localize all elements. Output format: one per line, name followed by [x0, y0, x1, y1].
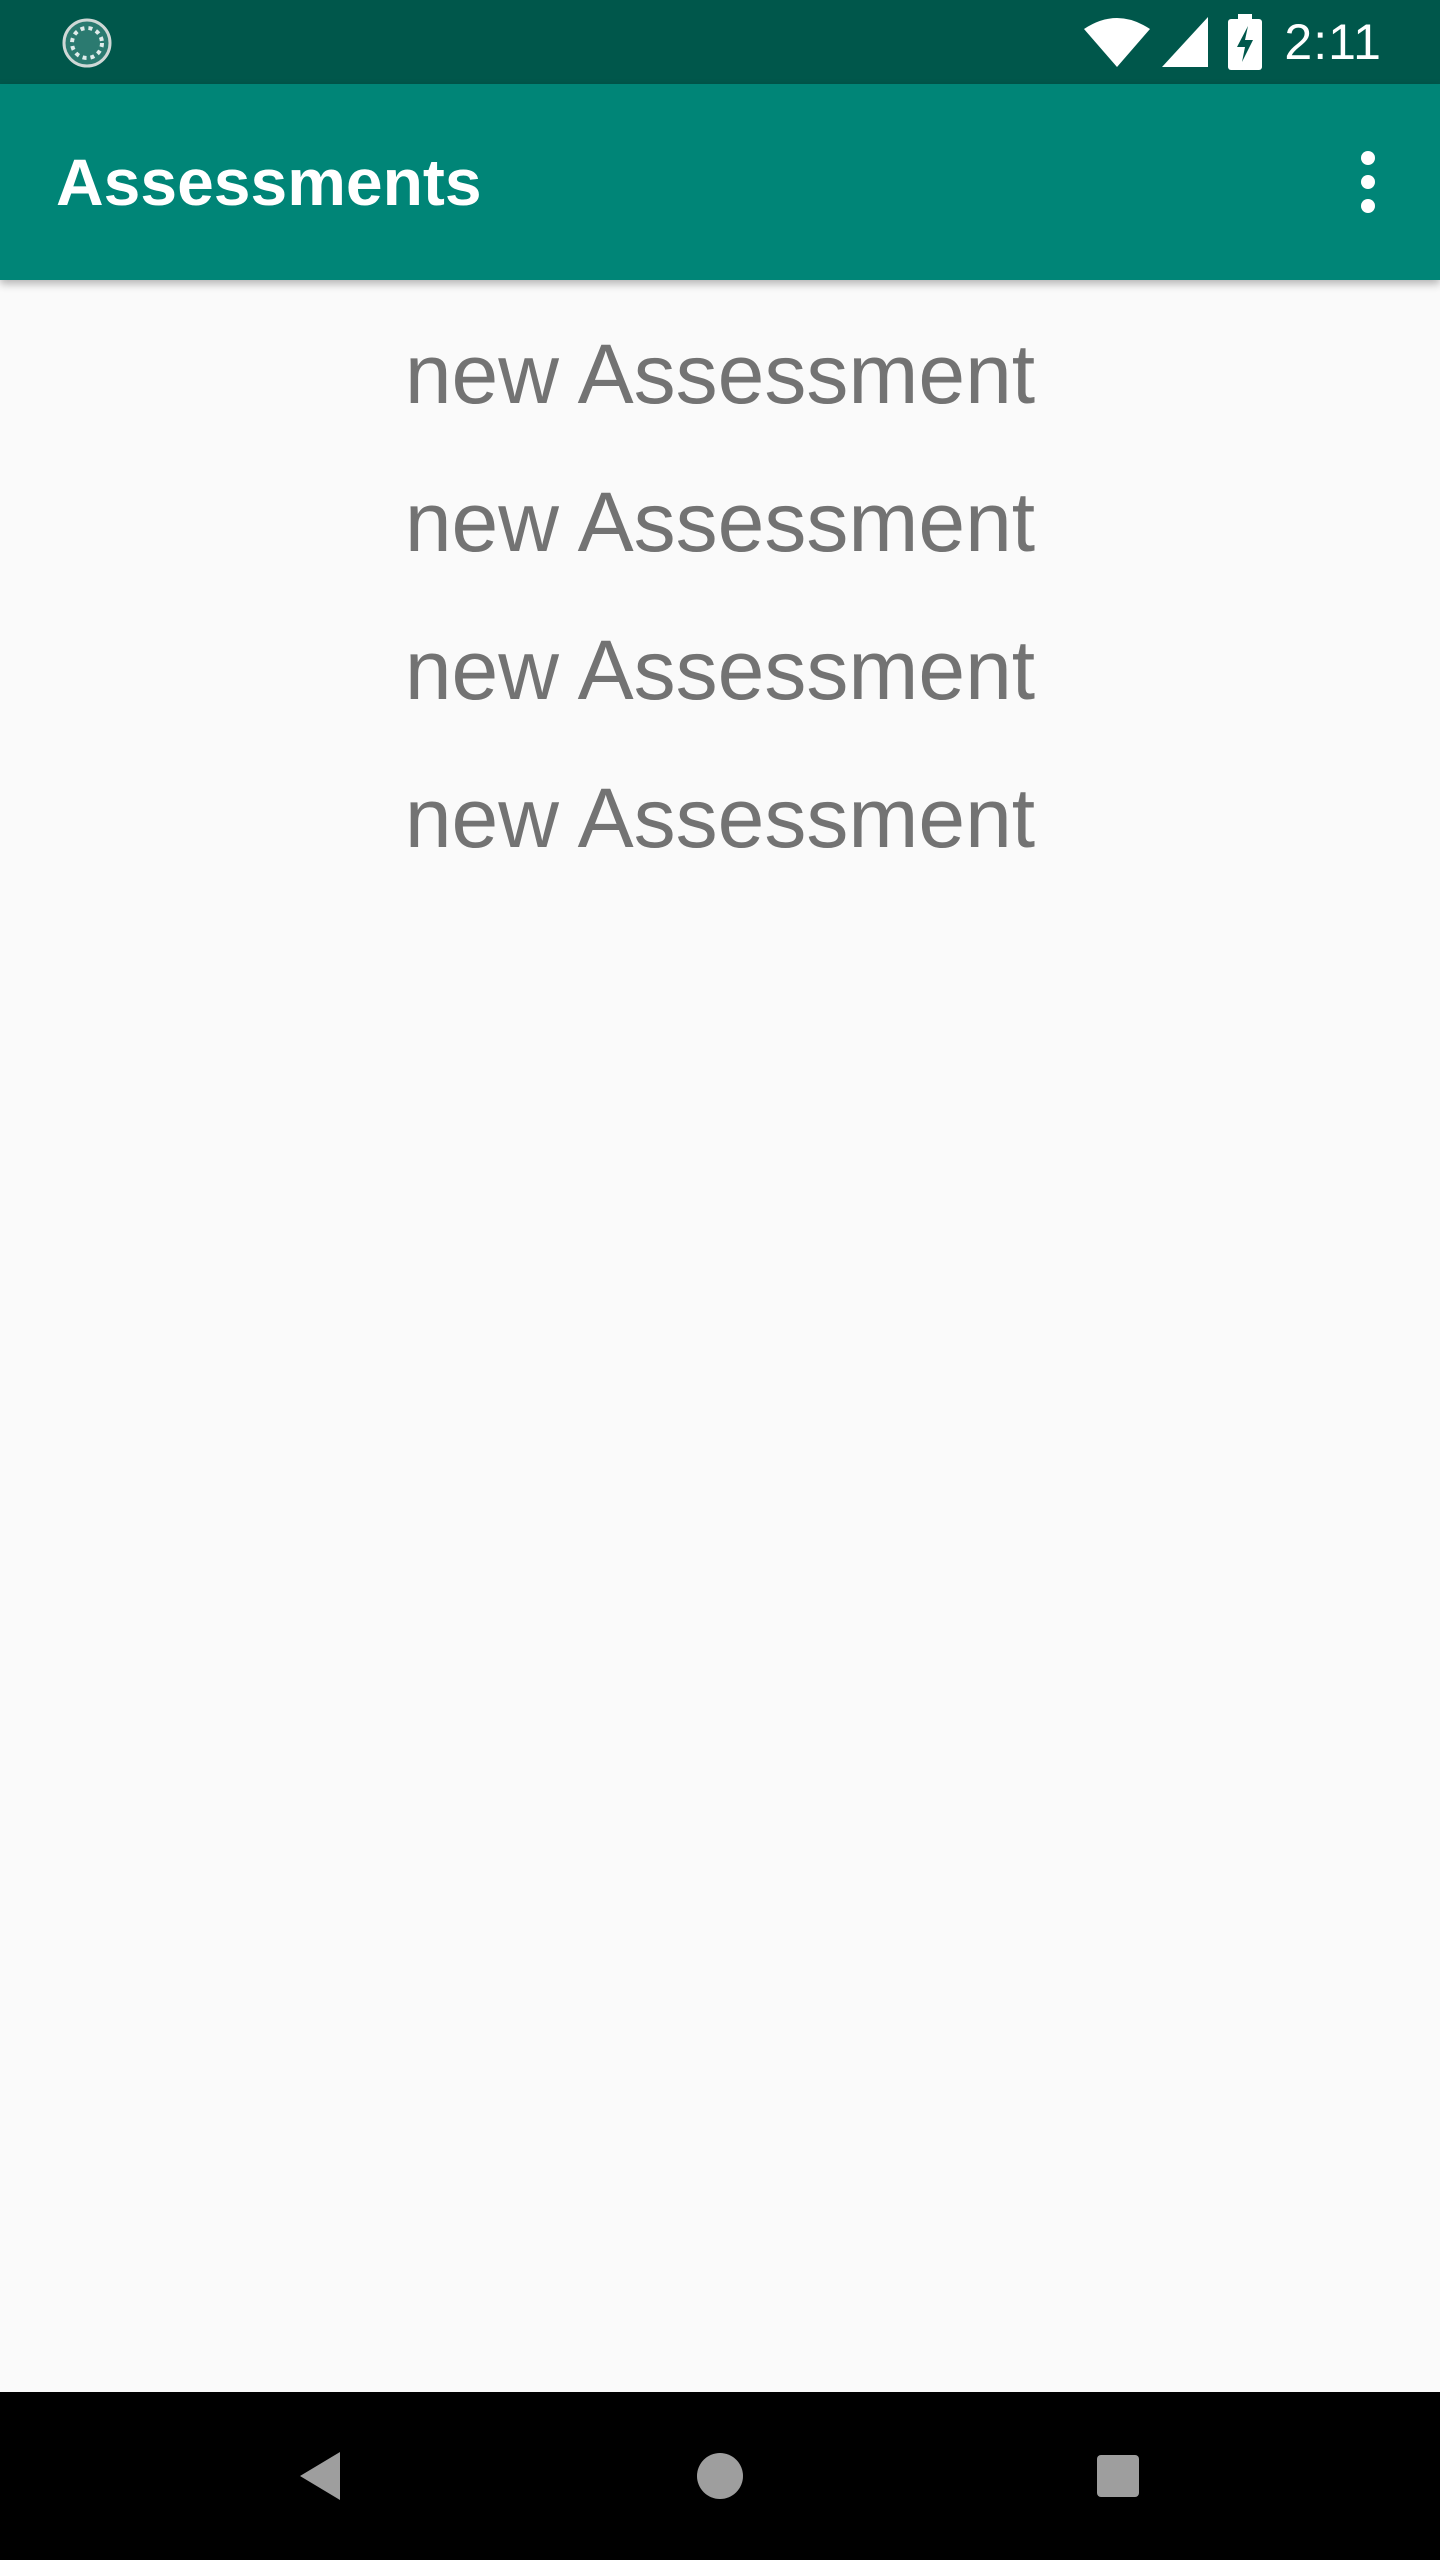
list-item[interactable]: new Assessment — [0, 300, 1440, 448]
battery-charging-icon — [1228, 14, 1263, 70]
home-icon[interactable] — [676, 2432, 764, 2520]
wifi-icon — [1082, 15, 1152, 69]
more-vert-icon[interactable] — [1326, 140, 1410, 224]
list-item[interactable]: new Assessment — [0, 744, 1440, 892]
assessment-list: new Assessment new Assessment new Assess… — [0, 280, 1440, 892]
navigation-bar — [0, 2392, 1440, 2560]
status-bar: 2:11 — [0, 0, 1440, 84]
recents-icon[interactable] — [1074, 2432, 1162, 2520]
page-title: Assessments — [56, 145, 482, 219]
status-time: 2:11 — [1284, 14, 1382, 70]
loading-icon — [62, 18, 112, 68]
back-icon[interactable] — [276, 2432, 364, 2520]
list-item[interactable]: new Assessment — [0, 448, 1440, 596]
app-bar: Assessments — [0, 84, 1440, 280]
list-item[interactable]: new Assessment — [0, 596, 1440, 744]
cell-signal-icon — [1160, 15, 1210, 69]
